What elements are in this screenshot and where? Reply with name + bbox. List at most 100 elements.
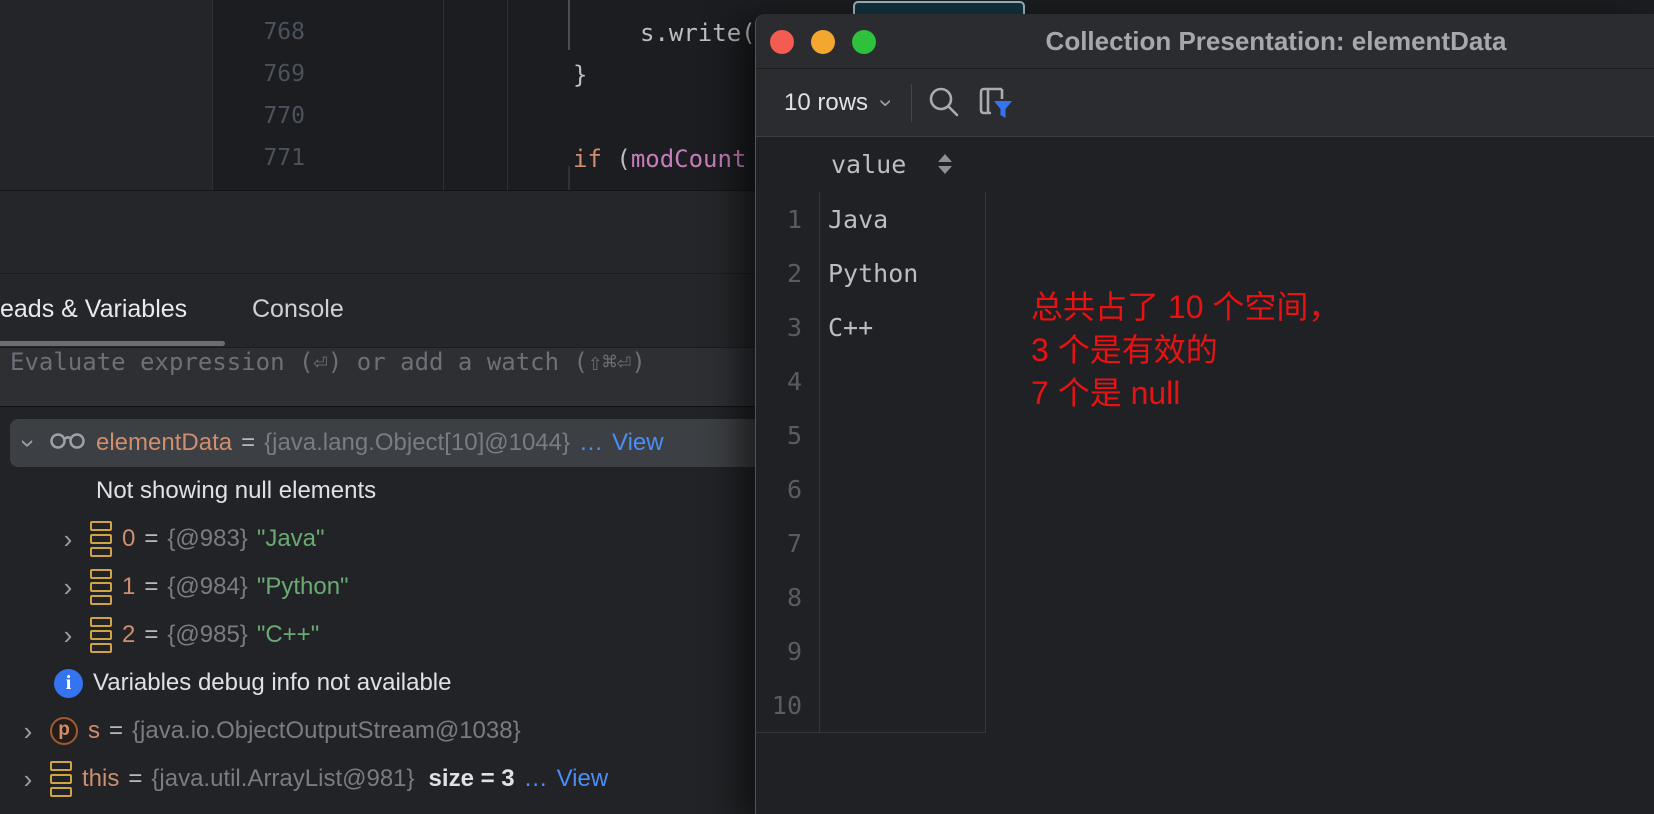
string-value: "Java" bbox=[257, 525, 325, 553]
item-index: 2 bbox=[122, 621, 135, 649]
equals-sign: = bbox=[128, 765, 142, 793]
object-reference: {java.lang.Object[10]@1044} bbox=[264, 429, 570, 457]
info-text: Variables debug info not available bbox=[93, 669, 451, 697]
row-number: 8 bbox=[756, 583, 819, 612]
table-row[interactable]: 10 bbox=[756, 678, 985, 732]
indent-guide bbox=[568, 0, 570, 50]
array-element-icon bbox=[90, 569, 112, 605]
null-elements-note: Not showing null elements bbox=[0, 467, 851, 515]
close-button[interactable] bbox=[770, 30, 794, 54]
table-row[interactable]: 4 bbox=[756, 354, 985, 408]
array-element-icon bbox=[90, 617, 112, 653]
chevron-right-icon[interactable] bbox=[16, 716, 40, 747]
watch-glasses-icon bbox=[50, 429, 86, 457]
string-value: "C++" bbox=[257, 621, 319, 649]
variable-row-this[interactable]: this = {java.util.ArrayList@981} size = … bbox=[0, 755, 771, 803]
variable-row-elementdata[interactable]: elementData = {java.lang.Object[10]@1044… bbox=[0, 419, 771, 467]
chevron-right-icon[interactable] bbox=[56, 524, 80, 555]
object-reference: {java.io.ObjectOutputStream@1038} bbox=[132, 717, 521, 745]
object-reference: {@984} bbox=[167, 573, 247, 601]
line-number: 768 bbox=[200, 19, 305, 49]
editor-left-panel bbox=[0, 0, 212, 190]
variable-row-s[interactable]: s = {java.io.ObjectOutputStream@1038} bbox=[0, 707, 771, 755]
row-number: 4 bbox=[756, 367, 819, 396]
object-reference: {@985} bbox=[167, 621, 247, 649]
table-row[interactable]: 2Python bbox=[756, 246, 985, 300]
filter-icon[interactable] bbox=[977, 86, 1015, 125]
gutter-divider-2 bbox=[443, 0, 444, 190]
chevron-down-icon bbox=[872, 99, 900, 107]
view-link[interactable]: View bbox=[612, 429, 664, 457]
table-row[interactable]: 1Java bbox=[756, 192, 985, 246]
chevron-down-icon[interactable] bbox=[16, 428, 40, 459]
table-row[interactable]: 9 bbox=[756, 624, 985, 678]
line-number: 771 bbox=[200, 145, 305, 175]
rows-count-dropdown[interactable]: 10 rows bbox=[784, 69, 890, 136]
code-line-771: if (modCount bbox=[573, 145, 746, 175]
row-number: 9 bbox=[756, 637, 819, 666]
sort-icon[interactable] bbox=[938, 154, 952, 174]
item-index: 1 bbox=[122, 573, 135, 601]
note-text: Not showing null elements bbox=[96, 477, 376, 505]
table-row[interactable]: 5 bbox=[756, 408, 985, 462]
column-header-value[interactable]: value bbox=[831, 150, 906, 179]
equals-sign: = bbox=[144, 621, 158, 649]
row-number: 2 bbox=[756, 259, 819, 288]
equals-sign: = bbox=[144, 525, 158, 553]
table-header: value bbox=[756, 136, 1654, 192]
item-index: 0 bbox=[122, 525, 135, 553]
chevron-right-icon[interactable] bbox=[56, 572, 80, 603]
minimize-button[interactable] bbox=[811, 30, 835, 54]
variable-name: elementData bbox=[96, 429, 232, 457]
table-row[interactable]: 6 bbox=[756, 462, 985, 516]
zoom-button[interactable] bbox=[852, 30, 876, 54]
row-number: 6 bbox=[756, 475, 819, 504]
cell-value: Java bbox=[819, 205, 888, 234]
collection-presentation-window: Collection Presentation: elementData 10 … bbox=[755, 14, 1654, 814]
array-item-row-1[interactable]: 1 = {@984} "Python" bbox=[0, 563, 811, 611]
toolbar-separator bbox=[911, 84, 912, 122]
rows-count-label: 10 rows bbox=[784, 89, 868, 117]
search-icon[interactable] bbox=[926, 84, 960, 125]
ide-screen: 768 769 770 771 s.write( } if (modCount … bbox=[0, 0, 1654, 814]
tab-threads-variables[interactable]: eads & Variables bbox=[0, 274, 187, 348]
column-divider bbox=[985, 192, 986, 733]
table-row[interactable]: 3C++ bbox=[756, 300, 985, 354]
active-tab-underline bbox=[0, 341, 225, 346]
identifier-modcount: modCount bbox=[631, 145, 747, 173]
code-line-769: } bbox=[573, 61, 587, 91]
equals-sign: = bbox=[144, 573, 158, 601]
ellipsis-link[interactable]: … bbox=[524, 765, 548, 793]
popup-titlebar[interactable]: Collection Presentation: elementData bbox=[756, 14, 1654, 69]
collection-table: 1Java 2Python 3C++ 4 5 6 7 8 9 10 bbox=[756, 192, 1654, 733]
equals-sign: = bbox=[241, 429, 255, 457]
chevron-right-icon[interactable] bbox=[56, 620, 80, 651]
array-element-icon bbox=[90, 521, 112, 557]
ellipsis-link[interactable]: … bbox=[579, 429, 603, 457]
equals-sign: = bbox=[109, 717, 123, 745]
line-number: 770 bbox=[200, 103, 305, 133]
table-row[interactable]: 8 bbox=[756, 570, 985, 624]
cell-value: Python bbox=[819, 259, 918, 288]
debug-info-row: Variables debug info not available bbox=[0, 659, 809, 707]
row-number: 10 bbox=[756, 691, 819, 720]
info-icon bbox=[54, 669, 83, 698]
string-value: "Python" bbox=[257, 573, 349, 601]
cell-value: C++ bbox=[819, 313, 873, 342]
tab-console[interactable]: Console bbox=[252, 274, 344, 348]
annotation-line-2: 3 个是有效的 bbox=[1031, 329, 1340, 372]
chevron-right-icon[interactable] bbox=[16, 764, 40, 795]
window-title: Collection Presentation: elementData bbox=[916, 14, 1636, 68]
variable-name: s bbox=[88, 717, 100, 745]
row-number: 7 bbox=[756, 529, 819, 558]
table-bottom-border bbox=[756, 732, 985, 733]
code-line-768: s.write( bbox=[640, 19, 756, 49]
array-item-row-0[interactable]: 0 = {@983} "Java" bbox=[0, 515, 811, 563]
view-link[interactable]: View bbox=[557, 765, 609, 793]
table-row[interactable]: 7 bbox=[756, 516, 985, 570]
row-number: 1 bbox=[756, 205, 819, 234]
keyword-if: if bbox=[573, 145, 602, 173]
array-item-row-2[interactable]: 2 = {@985} "C++" bbox=[0, 611, 811, 659]
object-reference: {java.util.ArrayList@981} bbox=[151, 765, 414, 793]
variable-name: this bbox=[82, 765, 119, 793]
